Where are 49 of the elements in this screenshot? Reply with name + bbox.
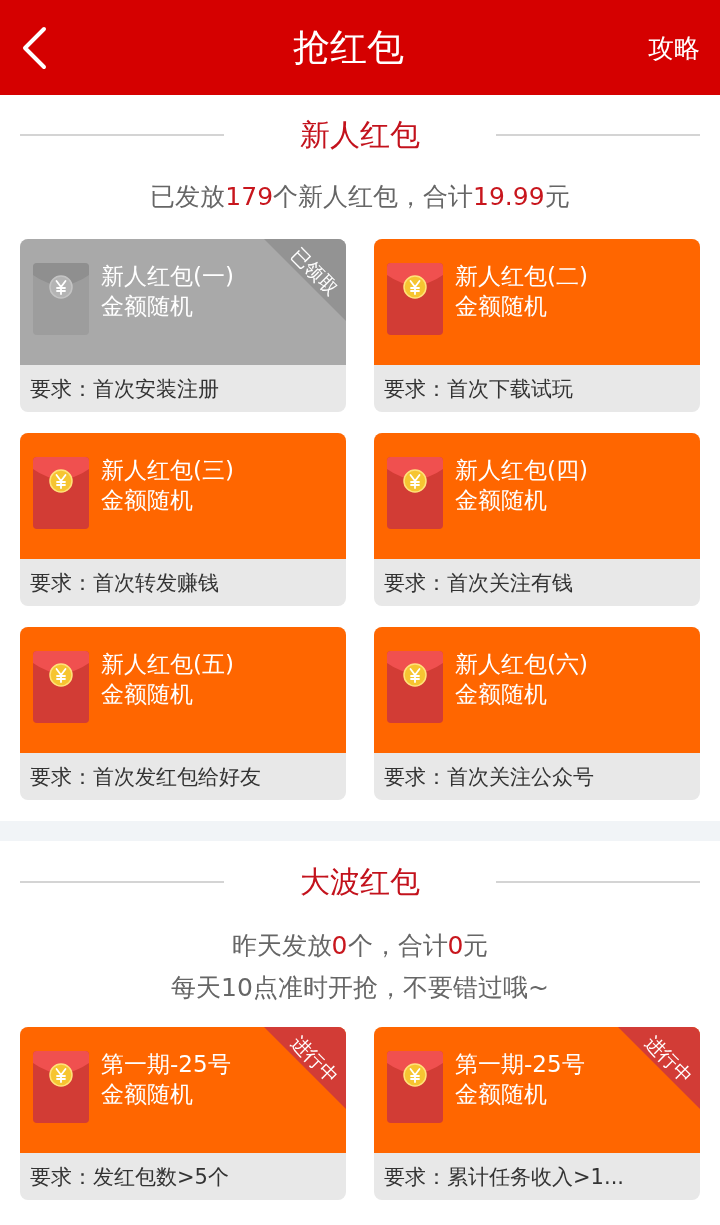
packet-amount-note: 金额随机: [455, 292, 548, 321]
envelope-icon: [33, 651, 89, 723]
packet-amount-note: 金额随机: [455, 680, 548, 709]
requirement-text: 要求：首次发红包给好友: [30, 763, 261, 791]
packet-card[interactable]: 新人红包(一) 金额随机 要求：首次安装注册 已领取: [20, 239, 346, 412]
requirement-text: 要求：首次转发赚钱: [30, 569, 219, 597]
envelope-icon: [33, 263, 89, 335]
packet-title: 新人红包(三): [101, 456, 234, 485]
requirement-text: 要求：累计任务收入>1...: [384, 1163, 624, 1191]
envelope-icon: [33, 1051, 89, 1123]
packet-card[interactable]: 第一期-25号 金额随机 要求：发红包数>5个 进行中: [20, 1027, 346, 1200]
packet-title: 第一期-25号: [101, 1050, 231, 1079]
back-button[interactable]: [20, 24, 48, 71]
packet-amount-note: 金额随机: [101, 292, 194, 321]
packet-card[interactable]: 第一期-25号 金额随机 要求：累计任务收入>1... 进行中: [374, 1027, 700, 1200]
requirement-text: 要求：首次关注有钱: [384, 569, 573, 597]
packet-card[interactable]: 新人红包(二) 金额随机 要求：首次下载试玩: [374, 239, 700, 412]
section-title: 大波红包: [299, 863, 421, 901]
summary-text: 已发放179个新人红包，合计19.99元: [150, 181, 570, 213]
packet-title: 新人红包(六): [455, 650, 588, 679]
packet-amount-note: 金额随机: [101, 1080, 194, 1109]
packet-amount-note: 金额随机: [455, 486, 548, 515]
summary-text: 昨天发放0个，合计0元: [231, 930, 489, 962]
requirement-text: 要求：首次关注公众号: [384, 763, 594, 791]
requirement-text: 要求：首次下载试玩: [384, 375, 573, 403]
envelope-icon: [387, 263, 443, 335]
requirement-text: 要求：首次安装注册: [30, 375, 219, 403]
packet-title: 新人红包(二): [455, 262, 588, 291]
envelope-icon: [33, 457, 89, 529]
packet-title: 新人红包(四): [455, 456, 588, 485]
envelope-icon: [387, 1051, 443, 1123]
packet-card[interactable]: 新人红包(六) 金额随机 要求：首次关注公众号: [374, 627, 700, 800]
packet-amount-note: 金额随机: [455, 1080, 548, 1109]
packet-amount-note: 金额随机: [101, 486, 194, 515]
summary-text: 每天10点准时开抢，不要错过哦~: [171, 972, 549, 1004]
back-chevron-icon: [21, 25, 47, 70]
packet-card[interactable]: 新人红包(五) 金额随机 要求：首次发红包给好友: [20, 627, 346, 800]
packet-title: 新人红包(一): [101, 262, 234, 291]
packet-card[interactable]: 新人红包(四) 金额随机 要求：首次关注有钱: [374, 433, 700, 606]
requirement-text: 要求：发红包数>5个: [30, 1163, 229, 1191]
envelope-icon: [387, 651, 443, 723]
packet-title: 第一期-25号: [455, 1050, 585, 1079]
section-title: 新人红包: [299, 116, 421, 154]
packet-amount-note: 金额随机: [101, 680, 194, 709]
envelope-icon: [387, 457, 443, 529]
guide-link[interactable]: 攻略: [648, 30, 700, 65]
packet-card[interactable]: 新人红包(三) 金额随机 要求：首次转发赚钱: [20, 433, 346, 606]
page-title: 抢红包: [292, 24, 404, 71]
packet-title: 新人红包(五): [101, 650, 234, 679]
